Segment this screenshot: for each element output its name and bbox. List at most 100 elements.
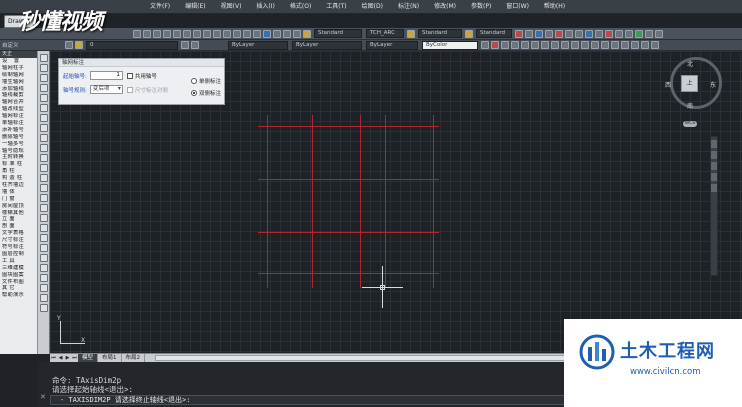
next-tab-icon[interactable]: ▶ [64, 355, 71, 362]
line-icon[interactable] [39, 54, 48, 62]
hatch-icon[interactable] [39, 194, 48, 202]
tch-tool-6-icon[interactable] [565, 29, 573, 38]
table-style-select[interactable]: Standard [476, 29, 512, 38]
tch-tool-4-icon[interactable] [545, 29, 553, 38]
sidebar-item-walls[interactable]: 墙 体 [0, 189, 37, 196]
sidebar-item-room-roof[interactable]: 房间屋顶 [0, 203, 37, 210]
modify-13-icon[interactable] [601, 41, 609, 49]
tch-tool-7-icon[interactable] [575, 29, 583, 38]
modify-7-icon[interactable] [541, 41, 549, 49]
sidebar-item-structural-column[interactable]: 构 造 柱 [0, 175, 37, 182]
modify-9-icon[interactable] [561, 41, 569, 49]
close-icon[interactable]: ✕ [40, 393, 46, 401]
axis-line-v5[interactable] [433, 115, 434, 288]
sidebar-item-draw-axis[interactable]: 绘制轴网 [0, 72, 37, 79]
ellipse-arc-icon[interactable] [39, 154, 48, 162]
text-style-icon[interactable] [303, 29, 311, 38]
sidebar-item-main-sub-convert[interactable]: 主附转换 [0, 154, 37, 161]
modify-3-icon[interactable] [501, 41, 509, 49]
shared-number-checkbox[interactable] [126, 72, 133, 79]
menu-file[interactable]: 文件(F) [150, 1, 170, 13]
first-tab-icon[interactable]: ⏮ [50, 355, 57, 362]
layer-select[interactable]: 0 [86, 40, 178, 50]
modify-6-icon[interactable] [531, 41, 539, 49]
tch-tool-3-icon[interactable] [535, 29, 543, 38]
viewcube-top-face[interactable]: 上 [681, 75, 698, 92]
sidebar-item-file-layout[interactable]: 文件布图 [0, 279, 37, 286]
point-icon[interactable] [39, 184, 48, 192]
nav-showmotion-icon[interactable] [711, 184, 717, 192]
color-select[interactable]: ByLayer [228, 40, 288, 50]
start-number-input[interactable]: 1 [89, 71, 123, 80]
arc-icon[interactable] [39, 104, 48, 112]
revcloud-icon[interactable] [39, 124, 48, 132]
mtext-icon[interactable] [39, 234, 48, 242]
compass-north[interactable]: 北 [687, 59, 693, 68]
sidebar-item-blocks-patterns[interactable]: 图块图案 [0, 272, 37, 279]
circle-icon[interactable] [39, 114, 48, 122]
double-side-radio[interactable] [191, 90, 197, 96]
tool-26-icon[interactable] [39, 304, 48, 312]
tool-21-icon[interactable] [39, 254, 48, 262]
tch-tool-11-icon[interactable] [615, 29, 623, 38]
modify-10-icon[interactable] [571, 41, 579, 49]
nav-orbit-icon[interactable] [711, 173, 717, 181]
undo-icon[interactable] [203, 29, 211, 38]
sidebar-item-add-axis[interactable]: 添加轴线 [0, 86, 37, 93]
modify-1-icon[interactable] [481, 41, 489, 49]
sidebar-item-settings[interactable]: 设 置 [0, 58, 37, 65]
compass-east[interactable]: 东 [710, 80, 716, 89]
axis-line-h2[interactable] [258, 179, 439, 180]
menu-format[interactable]: 格式(O) [290, 1, 311, 13]
nav-pan-icon[interactable] [711, 151, 717, 159]
spline-icon[interactable] [39, 134, 48, 142]
menu-edit[interactable]: 编辑(E) [185, 1, 205, 13]
modify-4-icon[interactable] [511, 41, 519, 49]
modify-11-icon[interactable] [581, 41, 589, 49]
paste-icon[interactable] [193, 29, 201, 38]
compass-west[interactable]: 西 [665, 80, 671, 89]
table-icon[interactable] [39, 224, 48, 232]
sidebar-item-3d-modeling[interactable]: 三维建模 [0, 265, 37, 272]
tch-tool-13-icon[interactable] [635, 29, 643, 38]
polygon-icon[interactable] [39, 84, 48, 92]
sidebar-item-column-align-wall[interactable]: 柱齐墙边 [0, 182, 37, 189]
sidebar-item-others[interactable]: 其 它 [0, 285, 37, 292]
nav-wheel-icon[interactable] [711, 140, 717, 148]
sidebar-item-dimension[interactable]: 尺寸标注 [0, 237, 37, 244]
sidebar-item-layer-control[interactable]: 图层控制 [0, 251, 37, 258]
zoom-window-icon[interactable] [243, 29, 251, 38]
axis-line-h1[interactable] [258, 126, 439, 127]
menu-parametric[interactable]: 参数(P) [471, 1, 491, 13]
sidebar-item-help[interactable]: 帮助演示 [0, 292, 37, 299]
print-icon[interactable] [163, 29, 171, 38]
nav-zoom-icon[interactable] [711, 162, 717, 170]
help-icon[interactable] [293, 29, 301, 38]
sidebar-item-multi-number[interactable]: 一轴多号 [0, 141, 37, 148]
tch-tool-5-icon[interactable] [555, 29, 563, 38]
sidebar-item-merge-axis[interactable]: 轴网合并 [0, 99, 37, 106]
navigation-bar[interactable] [710, 136, 718, 276]
tch-tool-12-icon[interactable] [625, 29, 633, 38]
ellipse-icon[interactable] [39, 144, 48, 152]
polyline-icon[interactable] [39, 74, 48, 82]
make-current-icon[interactable] [181, 41, 189, 49]
modify-15-icon[interactable] [621, 41, 629, 49]
layer-state-icon[interactable] [75, 41, 83, 49]
dim-style-icon[interactable] [407, 29, 415, 38]
redo-icon[interactable] [213, 29, 221, 38]
menu-draw[interactable]: 绘图(D) [362, 1, 383, 13]
dim-style-select[interactable]: Standard [418, 29, 462, 38]
make-block-icon[interactable] [39, 174, 48, 182]
menu-modify[interactable]: 修改(M) [434, 1, 456, 13]
tch-tool-14-icon[interactable] [645, 29, 653, 38]
modify-16-icon[interactable] [631, 41, 639, 49]
sidebar-item-add-axis-number[interactable]: 添补轴号 [0, 127, 37, 134]
modify-18-icon[interactable] [651, 41, 659, 49]
save-icon[interactable] [153, 29, 161, 38]
sidebar-item-doors-windows[interactable]: 门 窗 [0, 196, 37, 203]
layer-manager-icon[interactable] [65, 41, 73, 49]
workspace-label[interactable]: 自定义 [2, 41, 62, 49]
sidebar-item-number-visibility[interactable]: 轴号隐现 [0, 148, 37, 155]
sidebar-item-trim-axis[interactable]: 轴线裁剪 [0, 92, 37, 99]
